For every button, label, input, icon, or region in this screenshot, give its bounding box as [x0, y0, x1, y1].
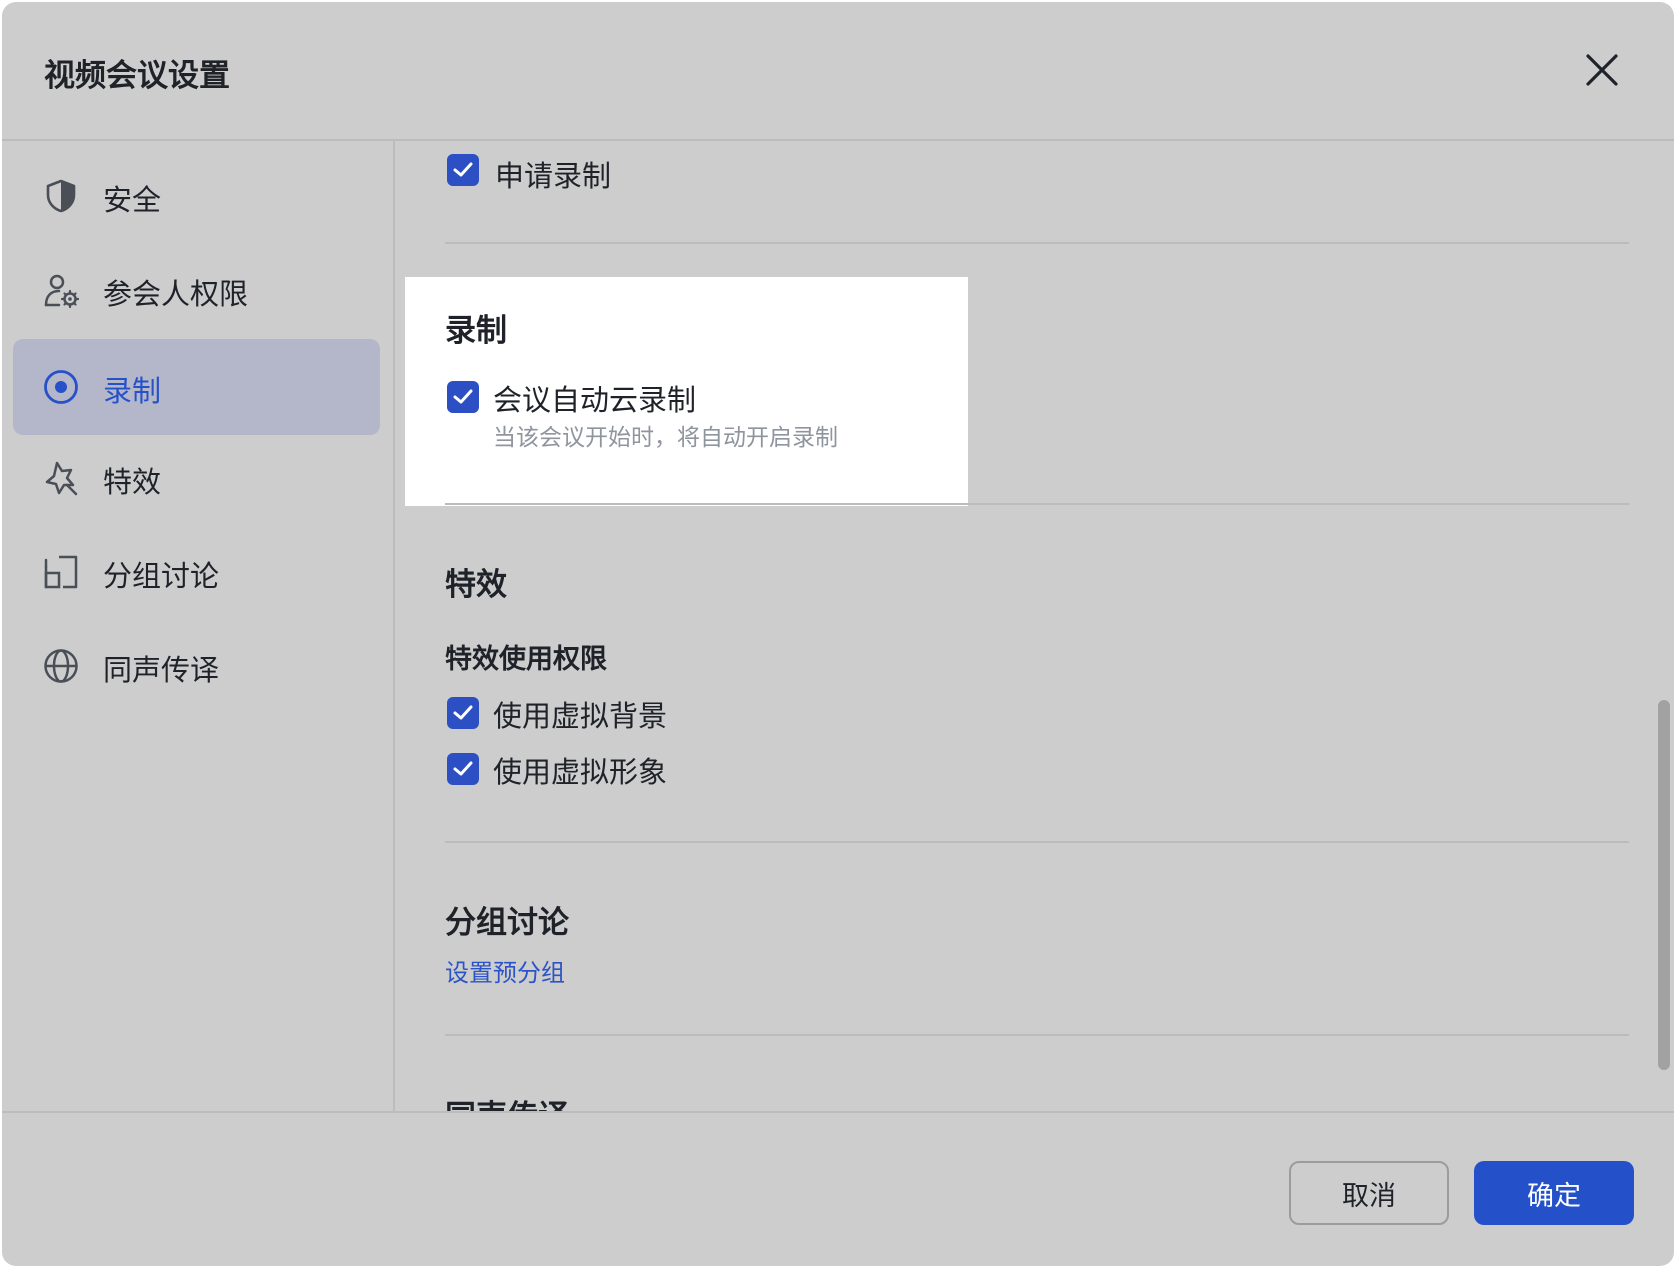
sidebar-item-label: 安全: [103, 183, 162, 217]
effects-permission-title: 特效使用权限: [445, 644, 607, 675]
breakout-section-title: 分组讨论: [445, 905, 569, 941]
virtual-avatar-label: 使用虚拟形象: [493, 755, 668, 789]
settings-content[interactable]: 申请录制 录制 会议自动云录制 当该会议开始时，将自动开启录制 特效 特效使用权…: [395, 141, 1674, 1111]
sidebar-item-label: 分组讨论: [103, 559, 220, 593]
virtual-background-checkbox[interactable]: [447, 697, 479, 729]
dialog-header: 视频会议设置: [2, 2, 1674, 141]
sidebar-item-security[interactable]: 安全: [13, 148, 380, 244]
divider: [445, 242, 1629, 244]
request-recording-checkbox[interactable]: [447, 154, 479, 186]
dialog-footer: 取消 确定: [2, 1111, 1674, 1266]
sidebar-item-label: 同声传译: [103, 653, 220, 687]
sidebar: 安全 参会人权限 录制 特效 分组讨论 同声传译: [2, 141, 395, 1111]
breakout-room-icon: [44, 555, 78, 589]
sidebar-item-interpretation[interactable]: 同声传译: [13, 618, 380, 714]
request-recording-label: 申请录制: [495, 159, 612, 193]
interpretation-section-title: 同声传译: [445, 1091, 569, 1111]
content-scrollbar[interactable]: [1658, 700, 1670, 1070]
sidebar-item-recording[interactable]: 录制: [13, 339, 380, 435]
sidebar-item-participant-permissions[interactable]: 参会人权限: [13, 242, 380, 338]
sidebar-item-effects[interactable]: 特效: [13, 430, 380, 526]
shield-icon: [46, 179, 76, 213]
set-pre-assign-groups-link[interactable]: 设置预分组: [445, 953, 565, 988]
participant-settings-icon: [44, 274, 79, 308]
check-icon: [453, 705, 473, 720]
confirm-button[interactable]: 确定: [1474, 1161, 1634, 1225]
cancel-button[interactable]: 取消: [1289, 1161, 1449, 1225]
record-icon: [44, 370, 78, 404]
sidebar-item-breakout-rooms[interactable]: 分组讨论: [13, 524, 380, 620]
virtual-avatar-checkbox[interactable]: [447, 753, 479, 785]
divider: [445, 1034, 1629, 1036]
virtual-background-label: 使用虚拟背景: [493, 699, 668, 733]
close-button[interactable]: [1582, 50, 1622, 90]
auto-cloud-recording-checkbox[interactable]: [447, 381, 479, 413]
check-icon: [453, 162, 473, 177]
auto-cloud-recording-label: 会议自动云录制: [493, 383, 697, 417]
dialog-title: 视频会议设置: [44, 58, 230, 94]
check-icon: [453, 761, 473, 776]
globe-icon: [44, 649, 78, 683]
effects-icon: [45, 461, 78, 496]
divider: [445, 841, 1629, 843]
sidebar-item-label: 录制: [103, 374, 162, 408]
effects-section-title: 特效: [445, 567, 507, 603]
recording-section-title: 录制: [445, 313, 507, 349]
check-icon: [453, 389, 473, 404]
recording-section-highlight: 录制 会议自动云录制 当该会议开始时，将自动开启录制: [405, 277, 968, 506]
settings-dialog: 视频会议设置 安全 参会人权限 录制 特效 分组讨论 同声传译 申请录制 录制 …: [2, 2, 1674, 1266]
divider: [445, 503, 1629, 505]
sidebar-item-label: 特效: [103, 465, 162, 499]
close-icon: [1586, 54, 1618, 86]
sidebar-item-label: 参会人权限: [103, 277, 249, 311]
auto-cloud-recording-hint: 当该会议开始时，将自动开启录制: [493, 425, 838, 451]
